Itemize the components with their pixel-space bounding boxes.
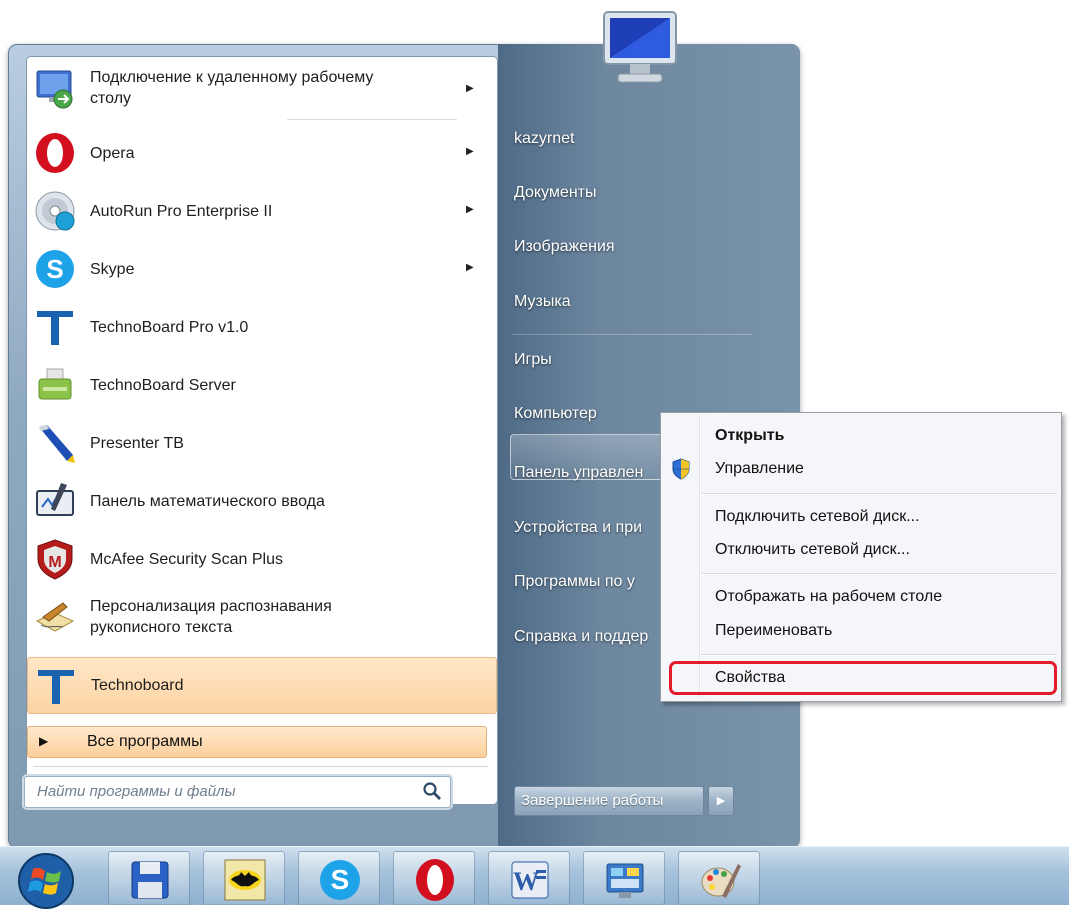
menu-item-properties[interactable]: Свойства — [715, 669, 785, 687]
all-programs-button[interactable]: ▶ Все программы — [27, 726, 487, 758]
menu-separator — [701, 493, 1057, 495]
divider — [287, 119, 457, 120]
right-link-devices[interactable]: Устройства и при — [514, 519, 642, 537]
right-link-user[interactable]: kazyrnet — [514, 130, 574, 148]
program-label: Technoboard — [91, 677, 184, 694]
program-item-autorun[interactable]: AutoRun Pro Enterprise II ▶ — [27, 182, 497, 240]
program-label: Skype — [90, 261, 135, 278]
program-item-handwriting[interactable]: Персонализация распознавания рукописного… — [27, 588, 497, 646]
program-label: AutoRun Pro Enterprise II — [90, 203, 273, 220]
submenu-arrow-icon[interactable]: ▶ — [466, 262, 474, 273]
divider — [33, 766, 488, 767]
submenu-arrow-icon[interactable]: ▶ — [466, 146, 474, 157]
paint-icon — [701, 864, 741, 898]
svg-text:S: S — [331, 864, 350, 895]
technoboard-icon — [38, 670, 74, 704]
program-item-mcafee[interactable]: M McAfee Security Scan Plus — [27, 530, 497, 588]
svg-text:W: W — [513, 867, 539, 896]
right-link-documents[interactable]: Документы — [514, 184, 596, 202]
program-label: Персонализация распознавания рукописного… — [90, 598, 332, 636]
program-label: Presenter TB — [90, 435, 184, 452]
menu-item-map-network-drive[interactable]: Подключить сетевой диск... — [715, 508, 920, 526]
triangle-right-icon: ▶ — [39, 734, 49, 748]
windows-start-orb-icon[interactable] — [16, 851, 76, 911]
program-item-presenter-tb[interactable]: Presenter TB — [27, 414, 497, 472]
svg-text:S: S — [46, 254, 63, 284]
context-menu: Открыть Управление Подключить сетевой ди… — [660, 412, 1062, 702]
program-label: Подключение к удаленному рабочему столу — [90, 69, 374, 107]
right-link-computer[interactable]: Компьютер — [514, 405, 597, 423]
program-item-math-input[interactable]: Панель математического ввода — [27, 472, 497, 530]
opera-icon — [416, 859, 454, 901]
program-label: TechnoBoard Pro v1.0 — [90, 319, 249, 336]
search-placeholder: Найти программы и файлы — [37, 783, 236, 800]
program-label: TechnoBoard Server — [90, 377, 236, 394]
taskbar-button-word[interactable]: W — [488, 851, 570, 905]
mcafee-shield-icon: M — [37, 539, 73, 580]
submenu-arrow-icon[interactable]: ▶ — [466, 83, 474, 94]
right-link-control-panel[interactable]: Панель управлен — [514, 464, 643, 482]
taskbar-button-opera[interactable] — [393, 851, 475, 905]
menu-separator — [701, 573, 1057, 575]
menu-item-show-on-desktop[interactable]: Отображать на рабочем столе — [715, 588, 942, 606]
handwriting-icon — [35, 602, 75, 632]
right-link-games[interactable]: Игры — [514, 351, 552, 369]
opera-icon — [36, 133, 74, 173]
menu-item-open[interactable]: Открыть — [715, 427, 784, 445]
math-input-icon — [36, 483, 74, 516]
taskbar-button-skype[interactable]: S — [298, 851, 380, 905]
user-picture-monitor-icon[interactable] — [592, 8, 688, 88]
skype-icon: S — [36, 250, 74, 288]
submenu-arrow-icon[interactable]: ▶ — [466, 204, 474, 215]
autorun-disc-icon — [35, 191, 75, 231]
menu-item-rename[interactable]: Переименовать — [715, 622, 832, 640]
menu-item-manage[interactable]: Управление — [715, 460, 804, 478]
program-item-remote-desktop[interactable]: Подключение к удаленному рабочему столу … — [27, 61, 497, 117]
context-menu-gutter — [699, 415, 701, 699]
program-item-technoboard[interactable]: Technoboard — [27, 657, 497, 714]
svg-text:M: M — [48, 554, 61, 571]
uac-shield-icon — [672, 458, 690, 480]
all-programs-label: Все программы — [87, 733, 203, 750]
program-item-skype[interactable]: S Skype ▶ — [27, 240, 497, 298]
program-item-technoboard-pro[interactable]: TechnoBoard Pro v1.0 — [27, 298, 497, 356]
program-label: McAfee Security Scan Plus — [90, 551, 283, 568]
taskbar-button-technoboard[interactable] — [583, 851, 665, 905]
batman-icon — [224, 859, 266, 901]
taskbar-button-batman[interactable] — [203, 851, 285, 905]
taskbar: S W — [0, 846, 1069, 909]
menu-separator — [701, 654, 1057, 656]
right-link-pictures[interactable]: Изображения — [514, 238, 615, 256]
program-item-technoboard-server[interactable]: TechnoBoard Server — [27, 356, 497, 414]
taskbar-button-save[interactable] — [108, 851, 190, 905]
search-icon[interactable] — [422, 781, 442, 801]
shutdown-options-arrow-icon[interactable]: ▶ — [708, 786, 734, 816]
menu-item-disconnect-network-drive[interactable]: Отключить сетевой диск... — [715, 541, 910, 559]
programs-pane: Подключение к удаленному рабочему столу … — [27, 57, 497, 804]
remote-desktop-icon — [36, 70, 73, 109]
program-item-opera[interactable]: Opera ▶ — [27, 124, 497, 182]
program-label: Opera — [90, 145, 135, 162]
technoboard-icon — [37, 311, 73, 345]
right-link-help[interactable]: Справка и поддер — [514, 628, 648, 646]
technoboard-app-icon — [606, 863, 644, 898]
right-link-default-programs[interactable]: Программы по у — [514, 573, 635, 591]
search-input[interactable]: Найти программы и файлы — [24, 776, 451, 808]
divider — [512, 334, 752, 335]
program-label: Панель математического ввода — [90, 493, 325, 510]
word-icon: W — [511, 861, 549, 899]
taskbar-button-paint[interactable] — [678, 851, 760, 905]
pen-icon — [39, 425, 75, 463]
shutdown-label: Завершение работы — [521, 792, 664, 809]
skype-icon: S — [320, 860, 360, 900]
shutdown-button[interactable]: Завершение работы — [514, 786, 704, 816]
usb-server-icon — [38, 368, 72, 400]
right-link-music[interactable]: Музыка — [514, 293, 571, 311]
save-disk-icon — [131, 861, 169, 899]
